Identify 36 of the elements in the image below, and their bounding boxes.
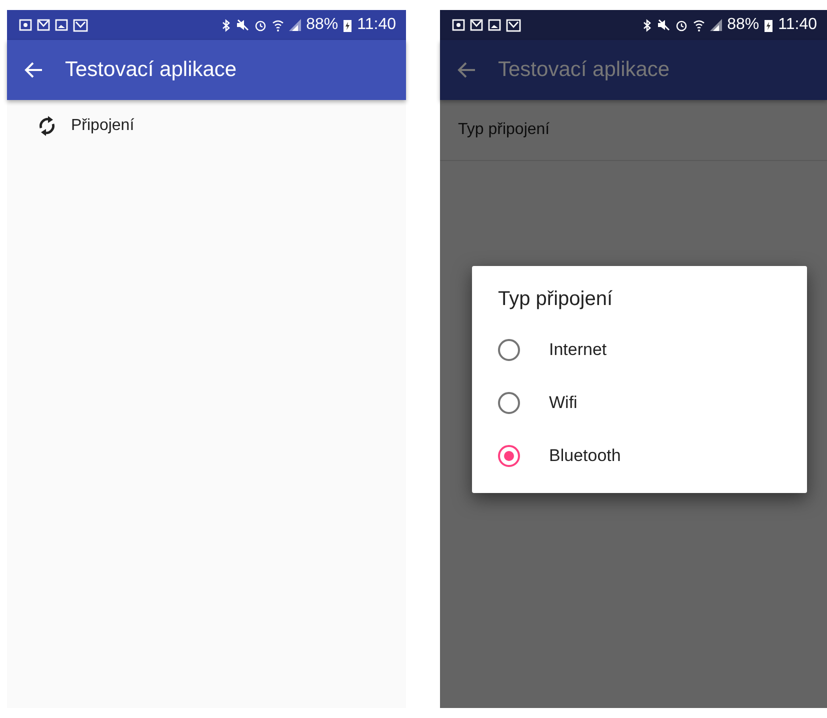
mute-icon: [657, 19, 670, 31]
image-icon: [55, 19, 68, 31]
notification-icon: [19, 19, 32, 31]
option-label[interactable]: Internet: [549, 340, 607, 360]
radio-button[interactable]: [498, 444, 520, 466]
mail-icon: [506, 18, 521, 32]
dialog-title: Typ připojení: [498, 288, 614, 311]
signal-icon: [710, 19, 722, 31]
option-label[interactable]: Bluetooth: [549, 446, 621, 466]
wifi-icon: [272, 18, 284, 32]
radio-button[interactable]: [498, 392, 520, 414]
notification-icon: [452, 19, 465, 31]
bluetooth-icon: [221, 18, 232, 32]
app-title: Testovací aplikace: [65, 58, 237, 82]
alarm-icon: [675, 18, 688, 32]
wifi-icon: [693, 18, 706, 32]
sync-icon: [37, 115, 57, 137]
clock-time: 11:40: [357, 16, 396, 34]
alarm-icon: [254, 18, 268, 32]
bluetooth-icon: [642, 18, 652, 32]
mute-icon: [236, 19, 250, 31]
battery-level: 88%: [727, 16, 760, 34]
mail-icon: [37, 19, 50, 31]
clock-time: 11:40: [778, 16, 817, 34]
battery-level: 88%: [306, 16, 338, 34]
image-icon: [488, 19, 501, 31]
mail-icon: [73, 18, 88, 32]
list-item[interactable]: Připojení: [7, 100, 406, 137]
option-label[interactable]: Wifi: [549, 392, 578, 412]
radio-button[interactable]: [498, 338, 520, 360]
back-arrow-icon[interactable]: [456, 61, 476, 79]
mail-icon: [470, 19, 483, 31]
app-title: Testovací aplikace: [498, 58, 670, 82]
signal-icon: [289, 19, 302, 31]
battery-icon: [343, 18, 352, 32]
battery-icon: [764, 18, 774, 32]
